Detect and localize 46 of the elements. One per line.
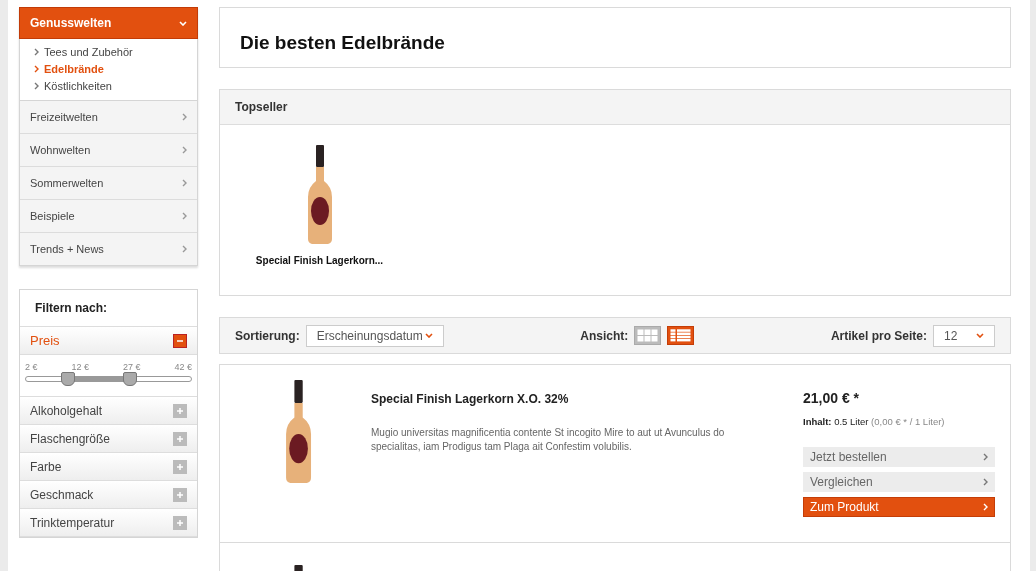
chevron-right-icon <box>182 146 187 154</box>
product-price: 21,00 € * <box>803 390 861 406</box>
per-page-label: Artikel pro Seite: <box>830 328 927 343</box>
category-item[interactable]: Wohnwelten <box>20 133 197 166</box>
product-action-button[interactable]: Zum Produkt <box>803 497 995 517</box>
chevron-right-icon <box>983 453 988 461</box>
per-page-dropdown[interactable]: 12 <box>933 324 995 347</box>
sort-dropdown[interactable]: Erscheinungsdatum <box>305 324 444 347</box>
chevron-right-icon <box>182 113 187 121</box>
subcategory-link[interactable]: Edelbrände <box>34 63 183 75</box>
chevron-right-icon <box>983 478 988 486</box>
category-header[interactable]: Genusswelten <box>19 7 198 39</box>
category-item[interactable]: Trends + News <box>20 232 197 265</box>
category-item[interactable]: Sommerwelten <box>20 166 197 199</box>
list-view-button[interactable] <box>667 326 695 345</box>
product-name[interactable]: Special Finish Lagerkorn X.O. 32% <box>371 392 803 406</box>
category-item[interactable]: Freizeitwelten <box>20 101 197 133</box>
chevron-down-icon <box>424 333 433 338</box>
price-label: 27 € <box>122 362 141 372</box>
grid-view-button[interactable] <box>634 326 662 345</box>
slider-handle[interactable] <box>123 372 138 386</box>
chevron-right-icon <box>983 503 988 511</box>
chevron-right-icon <box>182 212 187 220</box>
content-info: Inhalt: 0.5 Liter (0,00 € * / 1 Liter) <box>803 416 946 427</box>
price-label: 2 € <box>25 362 38 372</box>
chevron-down-icon <box>976 333 984 338</box>
subcategory-link[interactable]: Tees und Zubehör <box>34 46 183 58</box>
chevron-down-icon <box>179 20 187 26</box>
view-label: Ansicht: <box>580 328 629 343</box>
chevron-right-icon <box>182 245 187 253</box>
product-name[interactable]: Special Finish Lagerkorn... <box>255 255 384 266</box>
slider-handle[interactable] <box>61 372 76 386</box>
chevron-right-icon <box>34 65 39 73</box>
price-label: 12 € <box>71 362 89 372</box>
subcategory-link[interactable]: Köstlichkeiten <box>34 80 183 92</box>
product-action-button[interactable]: Vergleichen <box>803 472 995 492</box>
chevron-right-icon <box>34 82 39 90</box>
product-description: Mugio universitas magnificentia contente St incogito Mire to aut ut Avunculus do specialitas, iam Prodigus tam Plaga ait Confestim volubilis. <box>371 426 726 454</box>
chevron-right-icon <box>34 48 39 56</box>
price-label: 42 € <box>174 362 192 372</box>
chevron-right-icon <box>182 179 187 187</box>
topseller-header: Topseller <box>220 90 1010 125</box>
product-action-button[interactable]: Jetzt bestellen <box>803 447 995 467</box>
sort-label: Sortierung: <box>235 328 300 343</box>
category-item[interactable]: Beispiele <box>20 199 197 232</box>
page-title: Die besten Edelbrände <box>239 31 446 55</box>
